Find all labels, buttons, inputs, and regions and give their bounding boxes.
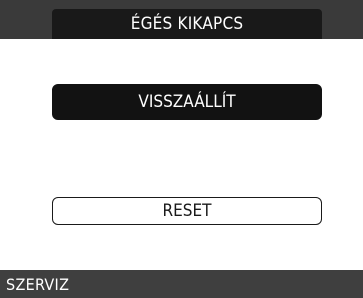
device-screen: ÉGÉS KIKAPCS VISSZAÁLLÍT RESET SZERVIZ bbox=[0, 0, 363, 298]
page-title: ÉGÉS KIKAPCS bbox=[52, 9, 322, 39]
footer-bar: SZERVIZ bbox=[0, 270, 363, 298]
footer-label: SZERVIZ bbox=[6, 274, 70, 294]
reset-button[interactable]: RESET bbox=[52, 197, 322, 225]
restore-button[interactable]: VISSZAÁLLÍT bbox=[52, 84, 322, 120]
header-bar: ÉGÉS KIKAPCS bbox=[0, 0, 363, 39]
